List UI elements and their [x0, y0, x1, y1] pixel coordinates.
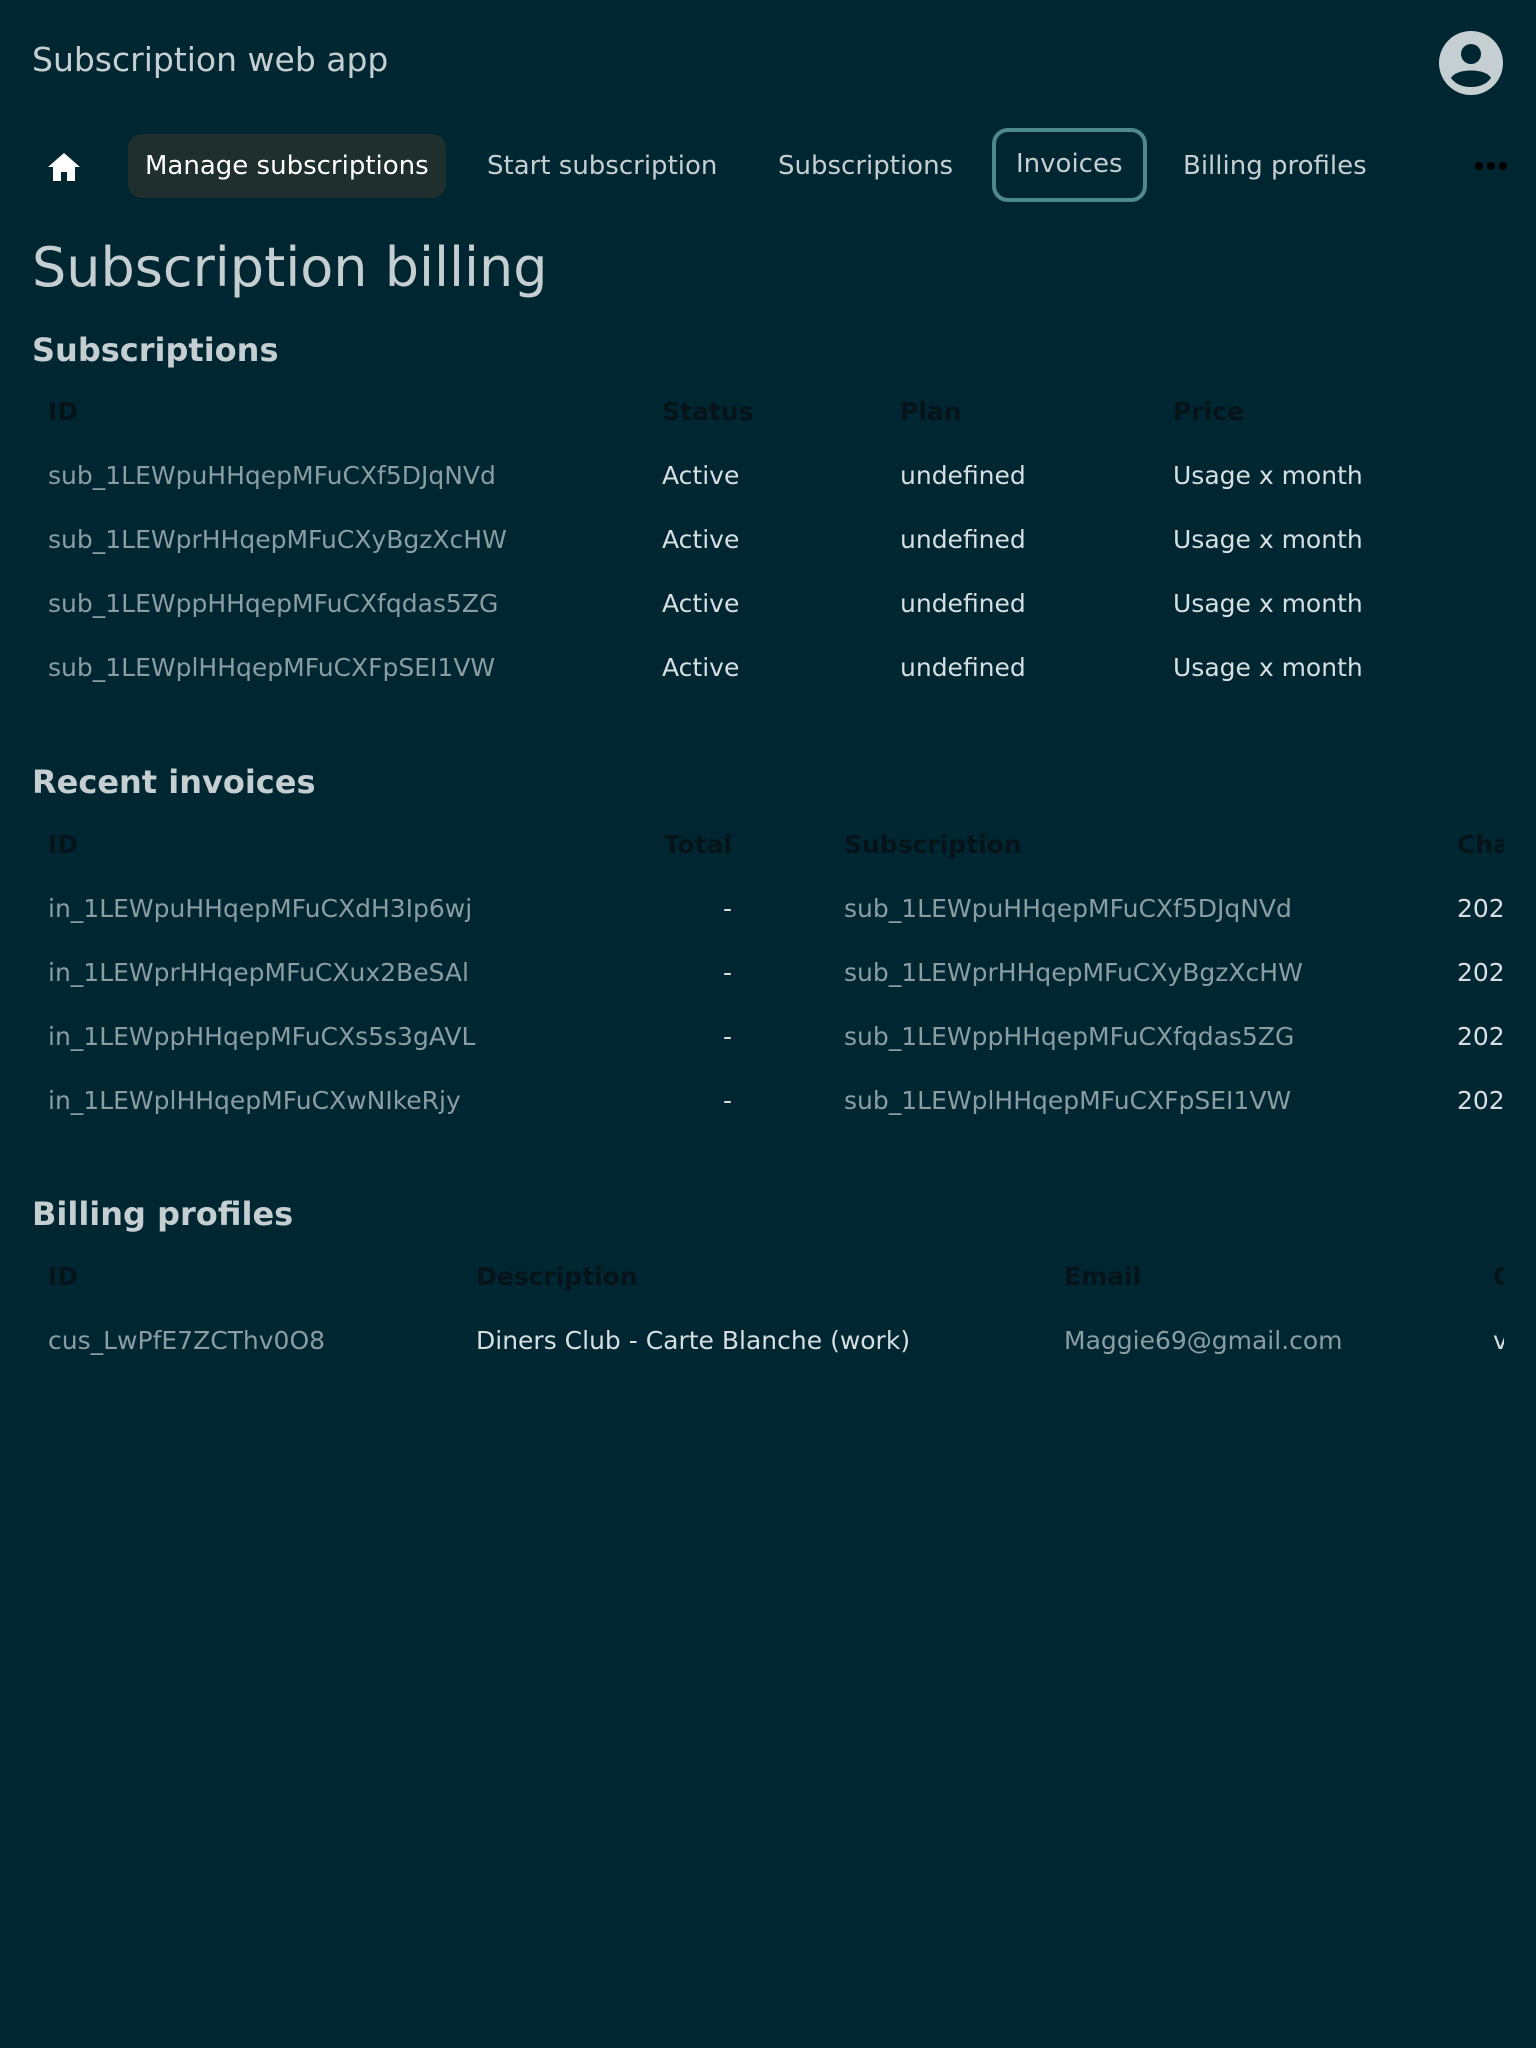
- billing-profile-email[interactable]: Maggie69@gmail.com: [1064, 1309, 1343, 1373]
- column-header-email[interactable]: Email: [1064, 1245, 1141, 1309]
- table-row[interactable]: sub_1LEWppHHqepMFuCXfqdas5ZG Active unde…: [32, 572, 1504, 636]
- billing-profiles-section-title: Billing profiles: [32, 1195, 294, 1233]
- subscription-price: Usage x month: [1173, 461, 1363, 490]
- invoice-charge-date: 202: [1457, 894, 1504, 923]
- subscription-plan: undefined: [900, 461, 1026, 490]
- table-row[interactable]: cus_LwPfE7ZCThv0O8 Diners Club - Carte B…: [32, 1309, 1504, 1373]
- subscription-price: Usage x month: [1173, 653, 1363, 682]
- table-row[interactable]: in_1LEWppHHqepMFuCXs5s3gAVL - sub_1LEWpp…: [32, 1005, 1504, 1069]
- subscription-id[interactable]: sub_1LEWppHHqepMFuCXfqdas5ZG: [48, 572, 498, 636]
- column-header-extra[interactable]: C: [1493, 1245, 1504, 1309]
- subscription-id[interactable]: sub_1LEWprHHqepMFuCXyBgzXcHW: [48, 508, 507, 572]
- subscription-plan: undefined: [900, 589, 1026, 618]
- invoice-id[interactable]: in_1LEWprHHqepMFuCXux2BeSAl: [48, 941, 469, 1005]
- invoice-id[interactable]: in_1LEWpuHHqepMFuCXdH3Ip6wj: [48, 877, 472, 941]
- app-bar: Subscription web app: [0, 0, 1536, 126]
- column-header-id[interactable]: ID: [48, 1245, 78, 1309]
- column-header-status[interactable]: Status: [662, 380, 753, 444]
- invoices-section-title: Recent invoices: [32, 763, 316, 801]
- invoice-subscription-link[interactable]: sub_1LEWplHHqepMFuCXFpSEI1VW: [844, 1069, 1291, 1133]
- table-row[interactable]: in_1LEWpuHHqepMFuCXdH3Ip6wj - sub_1LEWpu…: [32, 877, 1504, 941]
- subscriptions-table: ID Status Plan Price sub_1LEWpuHHqepMFuC…: [32, 380, 1504, 700]
- more-horizontal-icon[interactable]: [1473, 156, 1509, 176]
- nav-billing-profiles[interactable]: Billing profiles: [1183, 134, 1367, 198]
- column-header-subscription[interactable]: Subscription: [844, 813, 1022, 877]
- invoices-table: ID Total Subscription Cha in_1LEWpuHHqep…: [32, 813, 1504, 1133]
- invoice-total: -: [722, 1086, 732, 1115]
- column-header-id[interactable]: ID: [48, 380, 78, 444]
- invoice-subscription-link[interactable]: sub_1LEWppHHqepMFuCXfqdas5ZG: [844, 1005, 1294, 1069]
- invoice-subscription-link[interactable]: sub_1LEWpuHHqepMFuCXf5DJqNVd: [844, 877, 1292, 941]
- subscription-plan: undefined: [900, 525, 1026, 554]
- invoice-total: -: [722, 958, 732, 987]
- invoice-charge-date: 202: [1457, 958, 1504, 987]
- table-header-row: ID Status Plan Price: [32, 380, 1504, 444]
- column-header-price[interactable]: Price: [1173, 380, 1244, 444]
- table-row[interactable]: sub_1LEWprHHqepMFuCXyBgzXcHW Active unde…: [32, 508, 1504, 572]
- page-title: Subscription billing: [32, 236, 548, 299]
- subscription-id[interactable]: sub_1LEWplHHqepMFuCXFpSEI1VW: [48, 636, 495, 700]
- billing-profile-extra: v: [1493, 1326, 1504, 1355]
- invoice-charge-date: 202: [1457, 1086, 1504, 1115]
- main-nav: Manage subscriptions Start subscription …: [0, 126, 1536, 206]
- subscription-price: Usage x month: [1173, 589, 1363, 618]
- subscription-plan: undefined: [900, 653, 1026, 682]
- nav-manage-subscriptions[interactable]: Manage subscriptions: [128, 134, 446, 198]
- subscription-price: Usage x month: [1173, 525, 1363, 554]
- invoice-total: -: [722, 894, 732, 923]
- table-header-row: ID Total Subscription Cha: [32, 813, 1504, 877]
- invoice-id[interactable]: in_1LEWppHHqepMFuCXs5s3gAVL: [48, 1005, 475, 1069]
- invoice-id[interactable]: in_1LEWplHHqepMFuCXwNIkeRjy: [48, 1069, 461, 1133]
- invoice-total: -: [722, 1022, 732, 1051]
- billing-profile-id[interactable]: cus_LwPfE7ZCThv0O8: [48, 1309, 325, 1373]
- subscription-status: Active: [662, 461, 740, 490]
- column-header-plan[interactable]: Plan: [900, 380, 962, 444]
- table-row[interactable]: in_1LEWprHHqepMFuCXux2BeSAl - sub_1LEWpr…: [32, 941, 1504, 1005]
- subscription-status: Active: [662, 525, 740, 554]
- account-circle-icon[interactable]: [1439, 31, 1503, 95]
- column-header-charge[interactable]: Cha: [1457, 813, 1504, 877]
- billing-profile-description: Diners Club - Carte Blanche (work): [476, 1326, 911, 1355]
- nav-start-subscription[interactable]: Start subscription: [487, 134, 717, 198]
- invoice-charge-date: 202: [1457, 1022, 1504, 1051]
- table-row[interactable]: sub_1LEWplHHqepMFuCXFpSEI1VW Active unde…: [32, 636, 1504, 700]
- billing-profiles-table: ID Description Email C cus_LwPfE7ZCThv0O…: [32, 1245, 1504, 1373]
- nav-subscriptions[interactable]: Subscriptions: [778, 134, 953, 198]
- subscriptions-section-title: Subscriptions: [32, 331, 279, 369]
- subscription-id[interactable]: sub_1LEWpuHHqepMFuCXf5DJqNVd: [48, 444, 496, 508]
- column-header-total[interactable]: Total: [592, 813, 732, 877]
- nav-invoices[interactable]: Invoices: [992, 128, 1147, 202]
- invoice-subscription-link[interactable]: sub_1LEWprHHqepMFuCXyBgzXcHW: [844, 941, 1303, 1005]
- app-title: Subscription web app: [32, 40, 389, 79]
- app-page: Subscription web app Manage subscription…: [0, 0, 1536, 2048]
- column-header-description[interactable]: Description: [476, 1245, 638, 1309]
- table-row[interactable]: in_1LEWplHHqepMFuCXwNIkeRjy - sub_1LEWpl…: [32, 1069, 1504, 1133]
- column-header-id[interactable]: ID: [48, 813, 78, 877]
- subscription-status: Active: [662, 653, 740, 682]
- subscription-status: Active: [662, 589, 740, 618]
- table-header-row: ID Description Email C: [32, 1245, 1504, 1309]
- home-icon[interactable]: [44, 147, 84, 187]
- table-row[interactable]: sub_1LEWpuHHqepMFuCXf5DJqNVd Active unde…: [32, 444, 1504, 508]
